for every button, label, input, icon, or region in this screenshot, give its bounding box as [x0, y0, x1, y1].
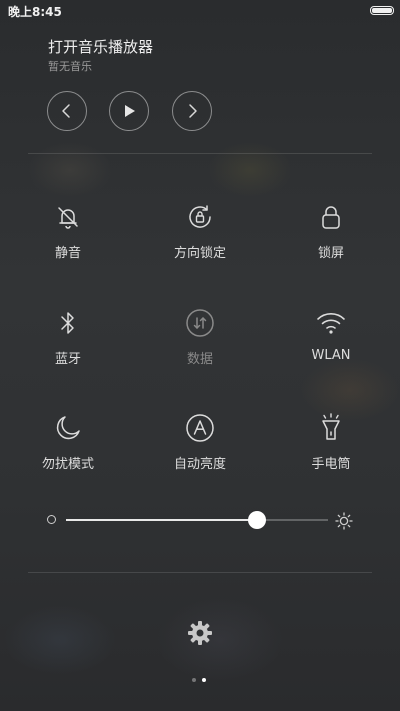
toggle-bluetooth[interactable]: 蓝牙: [13, 307, 123, 387]
status-bar: 晚上8:45: [0, 0, 400, 22]
toggle-silent[interactable]: 静音: [13, 201, 123, 281]
brightness-thumb[interactable]: [248, 511, 267, 529]
next-icon: [189, 104, 197, 118]
toggle-label: 手电筒: [311, 457, 351, 472]
previous-icon: [62, 104, 70, 118]
divider: [28, 572, 372, 573]
page-dot-active: [202, 678, 206, 682]
toggle-flashlight[interactable]: 手电筒: [276, 412, 386, 492]
toggle-do-not-disturb[interactable]: 勿扰模式: [13, 412, 123, 492]
toggle-wlan[interactable]: WLAN: [276, 307, 386, 387]
brightness-high-icon: [335, 512, 353, 530]
toggle-label: 勿扰模式: [41, 457, 94, 472]
moon-icon: [52, 412, 84, 444]
next-button[interactable]: [172, 91, 212, 131]
notification-shade: 晚上8:45 打开音乐播放器 暂无音乐 静音 方向锁定 锁屏 蓝牙 数据 WLA…: [0, 0, 400, 711]
battery-level: [372, 8, 392, 13]
toggle-auto-brightness[interactable]: 自动亮度: [145, 412, 255, 492]
status-time: 晚上8:45: [8, 5, 62, 19]
toggle-label: 锁屏: [317, 246, 344, 261]
bell-off-icon: [52, 201, 84, 233]
gear-icon[interactable]: [186, 619, 214, 647]
lock-icon: [315, 201, 347, 233]
toggle-label: 蓝牙: [54, 352, 81, 367]
toggle-label: WLAN: [311, 348, 351, 363]
mobile-data-icon: [184, 307, 216, 339]
toggle-label: 数据: [186, 352, 213, 367]
toggle-rotation-lock[interactable]: 方向锁定: [145, 201, 255, 281]
play-button[interactable]: [109, 91, 149, 131]
play-icon: [125, 105, 135, 117]
flashlight-icon: [315, 412, 347, 444]
music-title[interactable]: 打开音乐播放器: [48, 36, 153, 57]
rotation-lock-icon: [184, 201, 216, 233]
auto-brightness-icon: [184, 412, 216, 444]
wifi-icon: [315, 307, 347, 339]
toggle-label: 自动亮度: [173, 457, 226, 472]
battery-icon: [370, 6, 394, 15]
toggle-label: 方向锁定: [173, 246, 226, 261]
divider: [28, 153, 372, 154]
toggle-label: 静音: [54, 246, 81, 261]
brightness-fill: [66, 519, 258, 521]
page-dot: [192, 678, 196, 682]
brightness-slider[interactable]: [66, 511, 328, 529]
toggle-lock-screen[interactable]: 锁屏: [276, 201, 386, 281]
music-subtitle: 暂无音乐: [48, 60, 92, 73]
previous-button[interactable]: [47, 91, 87, 131]
toggle-mobile-data[interactable]: 数据: [145, 307, 255, 387]
brightness-low-icon: [47, 515, 56, 524]
bluetooth-icon: [52, 307, 84, 339]
